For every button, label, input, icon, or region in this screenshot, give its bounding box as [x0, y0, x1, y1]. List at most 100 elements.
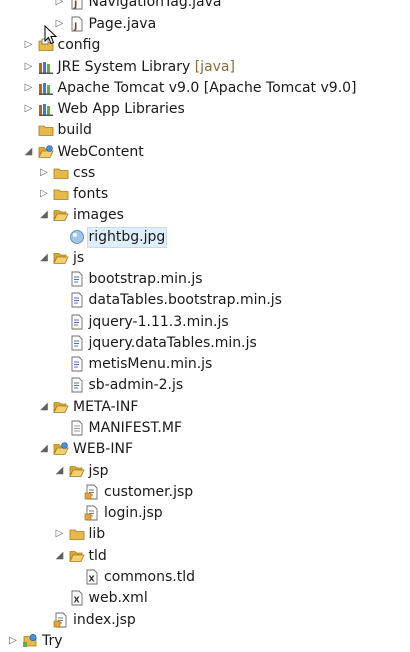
item-name: sb-admin-2.js — [88, 377, 184, 393]
tree-row[interactable]: ▷ J NavigationTag.java — [0, 0, 410, 13]
tree-item-label[interactable]: fonts — [72, 185, 109, 204]
item-name: commons.tld — [104, 569, 195, 585]
tree-row[interactable]: metisMenu.min.js — [0, 354, 410, 375]
tree-item-label[interactable]: metisMenu.min.js — [88, 355, 214, 374]
tree-row[interactable]: build — [0, 120, 410, 141]
js-file-icon — [69, 335, 85, 351]
tree-row[interactable]: jquery.dataTables.min.js — [0, 333, 410, 354]
folder-open-icon — [53, 250, 69, 266]
collapse-arrow-icon[interactable]: ▷ — [53, 526, 67, 542]
expand-arrow-icon[interactable]: ◢ — [22, 144, 36, 160]
tree-row[interactable]: bootstrap.min.js — [0, 269, 410, 290]
collapse-arrow-icon[interactable]: ▷ — [22, 80, 36, 96]
tree-row[interactable]: ▷ Apache Tomcat v9.0 [Apache Tomcat v9.0] — [0, 78, 410, 99]
tree-row[interactable]: ◢ images — [0, 205, 410, 226]
tree-item-label[interactable]: bootstrap.min.js — [88, 270, 204, 289]
tree-row[interactable]: customer.jsp — [0, 482, 410, 503]
item-name: jsp — [88, 463, 109, 479]
item-name: NavigationTag.java — [88, 0, 222, 10]
tree-row[interactable]: ▷ Web App Libraries — [0, 99, 410, 120]
js-file-icon — [69, 356, 85, 372]
tree-row[interactable]: ◢ WebContent — [0, 142, 410, 163]
tree-item-label[interactable]: customer.jsp — [103, 483, 194, 502]
tree-row[interactable]: ▷ config — [0, 35, 410, 56]
tree-item-label[interactable]: commons.tld — [103, 568, 196, 587]
tree-row[interactable]: dataTables.bootstrap.min.js — [0, 290, 410, 311]
tree-row[interactable]: ▷ J Page.java — [0, 14, 410, 35]
collapse-arrow-icon[interactable]: ▷ — [6, 633, 20, 649]
tree-item-label[interactable]: login.jsp — [103, 504, 164, 523]
tree-row[interactable]: ▷ JRE System Library [java] — [0, 57, 410, 78]
tree-row[interactable]: jquery-1.11.3.min.js — [0, 312, 410, 333]
tree-row[interactable]: ▷ lib — [0, 524, 410, 545]
tree-row[interactable]: MANIFEST.MF — [0, 418, 410, 439]
tree-item-label[interactable]: WEB-INF — [72, 440, 134, 459]
tree-item-label[interactable]: MANIFEST.MF — [88, 419, 184, 438]
tree-row[interactable]: ▷ css — [0, 163, 410, 184]
tree-item-label[interactable]: web.xml — [88, 589, 149, 608]
tree-item-label[interactable]: Apache Tomcat v9.0 [Apache Tomcat v9.0] — [57, 79, 358, 98]
tree-row[interactable]: rightbg.jpg — [0, 227, 410, 248]
jsp-file-icon — [84, 505, 100, 521]
tree-row[interactable]: ▷ Try — [0, 631, 410, 652]
js-file-icon — [69, 377, 85, 393]
tree-row[interactable]: Xweb.xml — [0, 588, 410, 609]
expand-arrow-icon[interactable]: ◢ — [53, 548, 67, 564]
svg-text:X: X — [73, 596, 80, 605]
collapse-arrow-icon[interactable]: ▷ — [22, 59, 36, 75]
expand-arrow-icon[interactable]: ◢ — [53, 463, 67, 479]
tree-item-label[interactable]: build — [57, 121, 93, 140]
tree-item-label[interactable]: sb-admin-2.js — [88, 376, 185, 395]
folder-icon — [53, 165, 69, 181]
expand-arrow-icon[interactable]: ◢ — [37, 207, 51, 223]
item-name: jquery.dataTables.min.js — [88, 335, 257, 351]
tree-row[interactable]: Xcommons.tld — [0, 567, 410, 588]
tree-item-label[interactable]: jquery-1.11.3.min.js — [88, 313, 230, 332]
tree-row[interactable]: ◢ META-INF — [0, 397, 410, 418]
tree-item-label[interactable]: Try — [41, 632, 64, 651]
item-name: bootstrap.min.js — [88, 271, 203, 287]
collapse-arrow-icon[interactable]: ▷ — [37, 186, 51, 202]
item-name: tld — [88, 548, 107, 564]
collapse-arrow-icon[interactable]: ▷ — [53, 0, 67, 10]
tree-row[interactable]: ◢ tld — [0, 546, 410, 567]
tree-item-label[interactable]: WebContent — [57, 143, 145, 162]
tree-item-label[interactable]: Page.java — [88, 15, 158, 34]
tree-item-label[interactable]: jquery.dataTables.min.js — [88, 334, 258, 353]
text-file-icon — [69, 420, 85, 436]
web-project-icon — [22, 633, 38, 649]
item-name: js — [73, 250, 85, 266]
tree-item-label[interactable]: META-INF — [72, 398, 139, 417]
tree-item-label[interactable]: images — [72, 206, 125, 225]
tree-item-label[interactable]: config — [57, 36, 102, 55]
tree-row[interactable]: ◢ jsp — [0, 461, 410, 482]
collapse-arrow-icon[interactable]: ▷ — [22, 37, 36, 53]
tree-row[interactable]: ◢ WEB-INF — [0, 439, 410, 460]
tree-item-label[interactable]: tld — [88, 547, 108, 566]
tree-item-label[interactable]: lib — [88, 525, 107, 544]
collapse-arrow-icon[interactable]: ▷ — [37, 165, 51, 181]
tree-row[interactable]: index.jsp — [0, 610, 410, 631]
tree-item-label[interactable]: jsp — [88, 462, 110, 481]
tree-row[interactable]: ▷ fonts — [0, 184, 410, 205]
item-name: fonts — [73, 186, 109, 202]
expand-arrow-icon[interactable]: ◢ — [37, 441, 51, 457]
item-name: MANIFEST.MF — [88, 420, 183, 436]
tree-row[interactable]: ◢ js — [0, 248, 410, 269]
tree-item-label[interactable]: css — [72, 164, 96, 183]
tree-item-label[interactable]: rightbg.jpg — [86, 227, 168, 248]
tree-item-label[interactable]: js — [72, 249, 85, 268]
tree-item-label[interactable]: dataTables.bootstrap.min.js — [88, 291, 283, 310]
tree-item-label[interactable]: JRE System Library [java] — [57, 58, 236, 77]
expand-arrow-icon[interactable]: ◢ — [37, 399, 51, 415]
expand-arrow-icon[interactable]: ◢ — [37, 250, 51, 266]
tree-item-label[interactable]: Web App Libraries — [57, 100, 186, 119]
tree-item-label[interactable]: NavigationTag.java — [88, 0, 223, 12]
js-file-icon — [69, 314, 85, 330]
tree-item-label[interactable]: index.jsp — [72, 611, 137, 630]
item-name: WebContent — [57, 144, 144, 160]
tree-row[interactable]: login.jsp — [0, 503, 410, 524]
tree-row[interactable]: sb-admin-2.js — [0, 375, 410, 396]
item-name: META-INF — [73, 399, 139, 415]
collapse-arrow-icon[interactable]: ▷ — [22, 101, 36, 117]
